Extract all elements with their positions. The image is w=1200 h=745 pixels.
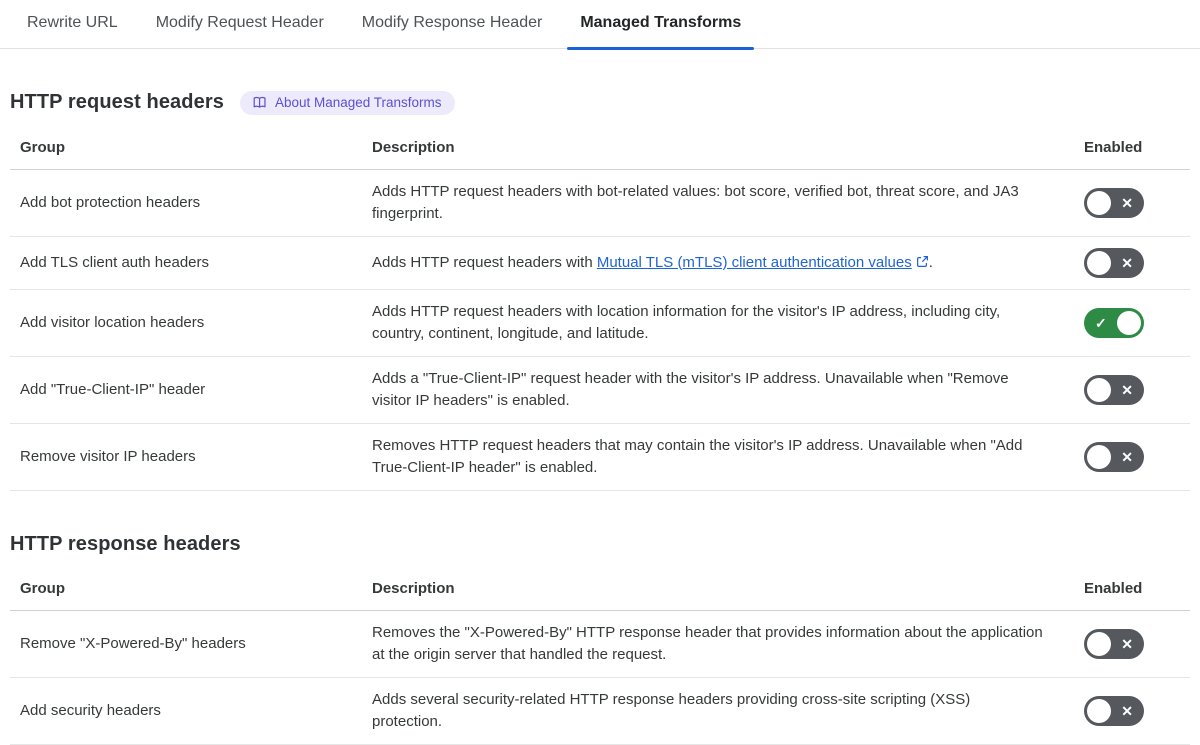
- managed-transforms-table: Group Description Enabled Add bot protec…: [10, 129, 1190, 491]
- x-icon: ✕: [1121, 448, 1133, 465]
- description-cell: Removes HTTP request headers that may co…: [372, 435, 1084, 479]
- x-icon: ✕: [1121, 194, 1133, 211]
- mtls-documentation-link[interactable]: Mutual TLS (mTLS) client authentication …: [597, 254, 929, 271]
- enabled-cell: ✕: [1084, 187, 1190, 218]
- enabled-cell: ✕: [1084, 628, 1190, 659]
- description-text: Removes HTTP request headers that may co…: [372, 436, 1023, 476]
- description-cell: Adds HTTP request headers with location …: [372, 301, 1084, 345]
- description-text: Adds HTTP request headers with: [372, 253, 597, 271]
- tab-label: Rewrite URL: [27, 14, 118, 31]
- main-content: HTTP request headers About Managed Trans…: [10, 91, 1190, 745]
- section-http-response-headers: HTTP response headers Group Description …: [10, 533, 1190, 745]
- group-cell: Add "True-Client-IP" header: [20, 381, 206, 398]
- tab-rewrite-url[interactable]: Rewrite URL: [27, 0, 118, 48]
- group-cell: Remove "X-Powered-By" headers: [20, 635, 246, 652]
- description-cell: Adds HTTP request headers with Mutual TL…: [372, 252, 1084, 274]
- tab-modify-request-header[interactable]: Modify Request Header: [156, 0, 324, 48]
- tab-label: Modify Request Header: [155, 14, 324, 31]
- section-title: HTTP request headers: [10, 91, 224, 114]
- x-icon: ✕: [1121, 702, 1133, 719]
- enabled-toggle[interactable]: ✕: [1084, 441, 1144, 472]
- x-icon: ✕: [1121, 381, 1133, 398]
- description-text: Adds a "True-Client-IP" request header w…: [372, 369, 1009, 409]
- enabled-cell: ✕: [1084, 247, 1190, 278]
- description-cell: Adds a "True-Client-IP" request header w…: [372, 368, 1084, 412]
- table-row: Add bot protection headers Adds HTTP req…: [10, 170, 1190, 237]
- table-row: Remove visitor IP headers Removes HTTP r…: [10, 424, 1190, 491]
- group-cell: Add security headers: [20, 702, 161, 719]
- external-link-icon: [916, 255, 928, 267]
- section-http-request-headers: HTTP request headers About Managed Trans…: [10, 91, 1190, 491]
- table-row: Add visitor location headers Adds HTTP r…: [10, 290, 1190, 357]
- book-icon: [253, 96, 268, 109]
- description-text: Adds HTTP request headers with location …: [372, 302, 1001, 342]
- description-cell: Removes the "X-Powered-By" HTTP response…: [372, 622, 1084, 666]
- table-header-row: Group Description Enabled: [10, 129, 1190, 170]
- group-cell: Add visitor location headers: [20, 314, 205, 331]
- tab-bar: Rewrite URL Modify Request Header Modify…: [0, 0, 1200, 50]
- table-header-row: Group Description Enabled: [10, 570, 1190, 611]
- toggle-knob: [1087, 250, 1111, 275]
- enabled-cell: ✕: [1084, 441, 1190, 472]
- enabled-toggle[interactable]: ✕: [1084, 628, 1144, 659]
- check-icon: ✓: [1095, 314, 1107, 331]
- group-cell: Add bot protection headers: [20, 194, 201, 211]
- description-suffix: .: [928, 253, 933, 271]
- tab-label: Managed Transforms: [580, 14, 742, 31]
- table-row: Remove "X-Powered-By" headers Removes th…: [10, 611, 1190, 678]
- tab-label: Modify Response Header: [361, 14, 543, 31]
- description-text: Adds HTTP request headers with bot-relat…: [372, 182, 1019, 222]
- tab-modify-response-header[interactable]: Modify Response Header: [362, 0, 543, 48]
- group-cell: Remove visitor IP headers: [20, 448, 196, 465]
- toggle-knob: [1087, 631, 1111, 656]
- section-header: HTTP request headers About Managed Trans…: [10, 91, 1190, 115]
- column-header-group: Group: [20, 139, 65, 156]
- column-header-description: Description: [372, 138, 455, 156]
- section-title: HTTP response headers: [10, 532, 241, 555]
- table-row: Add "True-Client-IP" header Adds a "True…: [10, 357, 1190, 424]
- badge-label: About Managed Transforms: [274, 95, 442, 110]
- toggle-knob: [1087, 444, 1111, 469]
- description-cell: Adds several security-related HTTP respo…: [372, 689, 1084, 733]
- enabled-cell: ✕: [1084, 695, 1190, 726]
- x-icon: ✕: [1121, 254, 1133, 271]
- enabled-cell: ✕: [1084, 374, 1190, 405]
- tab-managed-transforms[interactable]: Managed Transforms: [567, 0, 755, 50]
- toggle-knob: [1087, 190, 1111, 215]
- managed-transforms-table: Group Description Enabled Remove "X-Powe…: [10, 570, 1190, 745]
- table-row: Add security headers Adds several securi…: [10, 678, 1190, 745]
- about-managed-transforms-badge[interactable]: About Managed Transforms: [239, 91, 455, 115]
- x-icon: ✕: [1121, 635, 1133, 652]
- enabled-cell: ✓: [1084, 307, 1190, 338]
- table-row: Add TLS client auth headers Adds HTTP re…: [10, 237, 1190, 290]
- group-cell: Add TLS client auth headers: [20, 254, 210, 271]
- enabled-toggle[interactable]: ✕: [1084, 374, 1144, 405]
- description-cell: Adds HTTP request headers with bot-relat…: [372, 181, 1084, 225]
- column-header-enabled: Enabled: [1084, 139, 1143, 156]
- description-text: Removes the "X-Powered-By" HTTP response…: [372, 623, 1043, 663]
- enabled-toggle[interactable]: ✕: [1084, 695, 1144, 726]
- column-header-description: Description: [372, 579, 455, 597]
- enabled-toggle[interactable]: ✕: [1084, 247, 1144, 278]
- toggle-knob: [1087, 698, 1111, 723]
- section-header: HTTP response headers: [10, 533, 1190, 556]
- description-text: Adds several security-related HTTP respo…: [372, 690, 971, 730]
- toggle-knob: [1117, 310, 1141, 335]
- column-header-enabled: Enabled: [1084, 580, 1143, 597]
- enabled-toggle[interactable]: ✓: [1084, 307, 1144, 338]
- toggle-knob: [1087, 377, 1111, 402]
- enabled-toggle[interactable]: ✕: [1084, 187, 1144, 218]
- column-header-group: Group: [20, 580, 65, 597]
